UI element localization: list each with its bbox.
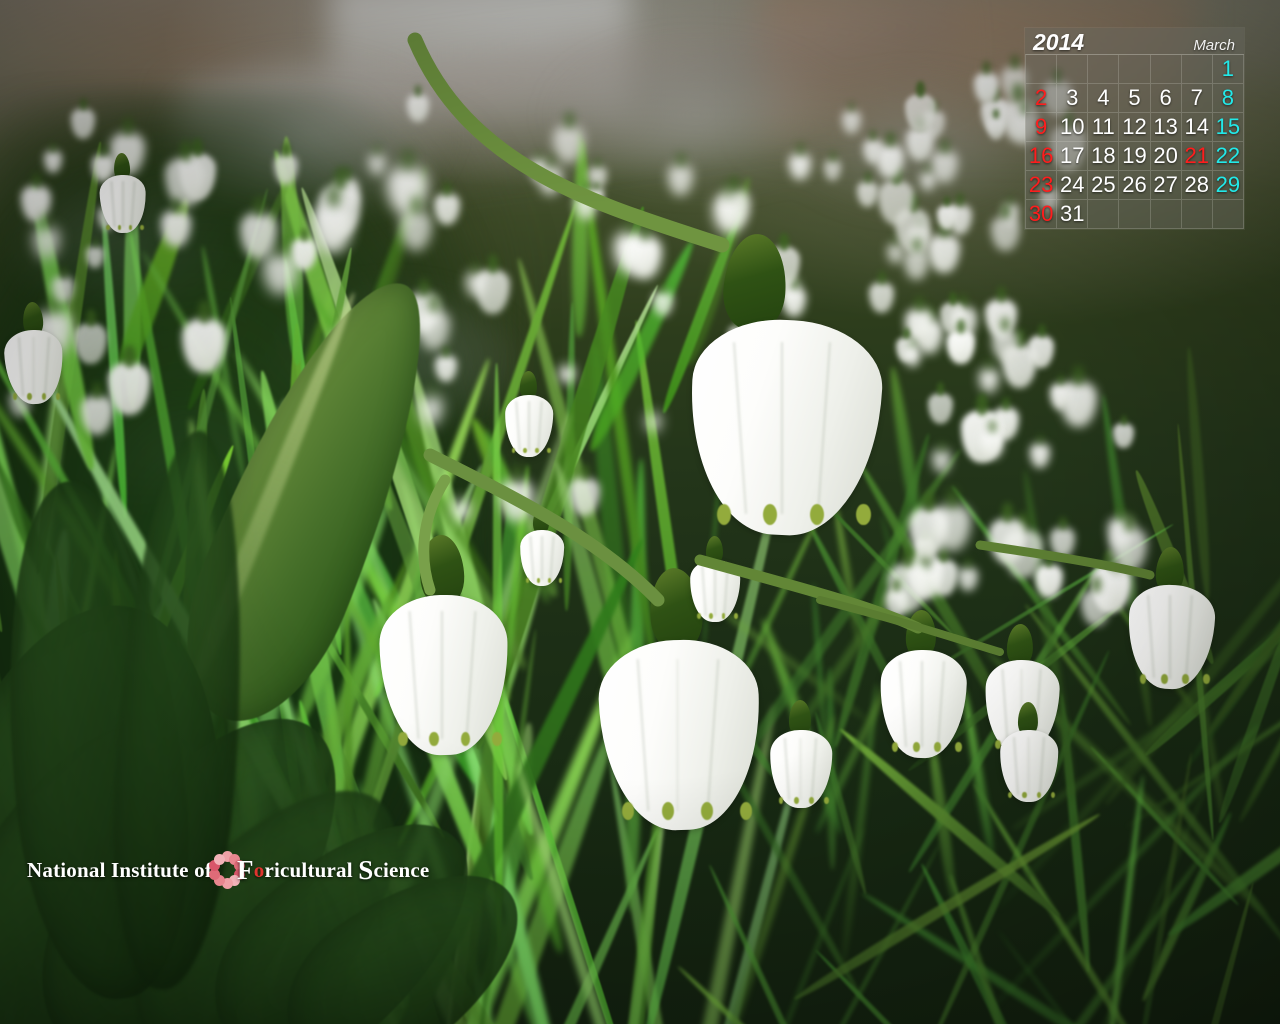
calendar-day-15[interactable]: 15: [1212, 113, 1244, 142]
calendar-day-7[interactable]: 7: [1181, 84, 1213, 113]
calendar-day-22[interactable]: 22: [1212, 142, 1244, 171]
calendar-day-24[interactable]: 24: [1057, 171, 1089, 200]
watermark-red-o: o: [253, 857, 265, 882]
calendar-day-empty: [1119, 55, 1151, 84]
calendar-day-18[interactable]: 18: [1088, 142, 1120, 171]
calendar-day-31[interactable]: 31: [1057, 200, 1089, 229]
calendar-day-empty: [1150, 200, 1182, 229]
calendar-day-empty: [1088, 55, 1120, 84]
calendar-day-19[interactable]: 19: [1119, 142, 1151, 171]
watermark-text-cience: cience: [373, 857, 430, 882]
flower-logo-petal: [213, 853, 225, 865]
calendar-day-20[interactable]: 20: [1150, 142, 1182, 171]
calendar-day-27[interactable]: 27: [1150, 171, 1182, 200]
calendar-day-25[interactable]: 25: [1088, 171, 1120, 200]
wallpaper-canvas: 2014 March 1 2 3 4 5 6 7 8 9 10 11 12 13 14 15 16 17 18 19…: [0, 0, 1280, 1024]
calendar-day-empty: [1088, 200, 1120, 229]
calendar-day-2[interactable]: 2: [1026, 84, 1058, 113]
calendar-day-empty: [1181, 55, 1213, 84]
calendar-day-28[interactable]: 28: [1181, 171, 1213, 200]
watermark-text-ricultural: ricultural: [264, 857, 353, 882]
calendar-year: 2014: [1033, 29, 1085, 55]
calendar-day-4[interactable]: 4: [1088, 84, 1120, 113]
calendar-day-29[interactable]: 29: [1212, 171, 1244, 200]
calendar-day-8[interactable]: 8: [1212, 84, 1244, 113]
calendar-day-10[interactable]: 10: [1057, 113, 1089, 142]
calendar-day-empty: [1212, 200, 1244, 229]
calendar-day-11[interactable]: 11: [1088, 113, 1120, 142]
calendar-day-14[interactable]: 14: [1181, 113, 1213, 142]
watermark: National Institute of F o ricultural S c…: [27, 851, 430, 889]
calendar-day-13[interactable]: 13: [1150, 113, 1182, 142]
calendar-day-empty: [1057, 55, 1089, 84]
calendar-widget: 2014 March 1 2 3 4 5 6 7 8 9 10 11 12 13 14 15 16 17 18 19…: [1025, 28, 1244, 229]
calendar-day-16[interactable]: 16: [1026, 142, 1058, 171]
calendar-day-12[interactable]: 12: [1119, 113, 1151, 142]
calendar-day-1[interactable]: 1: [1212, 55, 1244, 84]
calendar-day-26[interactable]: 26: [1119, 171, 1151, 200]
calendar-day-9[interactable]: 9: [1026, 113, 1058, 142]
calendar-day-empty: [1181, 200, 1213, 229]
watermark-cap-f: F: [237, 854, 254, 885]
watermark-cap-s: S: [358, 854, 374, 885]
calendar-day-21[interactable]: 21: [1181, 142, 1213, 171]
calendar-day-empty: [1119, 200, 1151, 229]
calendar-day-23[interactable]: 23: [1026, 171, 1058, 200]
calendar-day-6[interactable]: 6: [1150, 84, 1182, 113]
calendar-day-empty: [1150, 55, 1182, 84]
calendar-day-empty: [1026, 55, 1058, 84]
calendar-month: March: [1193, 37, 1235, 54]
watermark-text-prefix: National Institute of: [27, 857, 213, 882]
calendar-day-30[interactable]: 30: [1026, 200, 1058, 229]
calendar-day-3[interactable]: 3: [1057, 84, 1089, 113]
calendar-day-5[interactable]: 5: [1119, 84, 1151, 113]
calendar-header: 2014 March: [1025, 28, 1244, 54]
calendar-day-17[interactable]: 17: [1057, 142, 1089, 171]
calendar-day-grid: 1 2 3 4 5 6 7 8 9 10 11 12 13 14 15 16 17 18 19 20 21 22 23 24 2…: [1025, 54, 1244, 229]
